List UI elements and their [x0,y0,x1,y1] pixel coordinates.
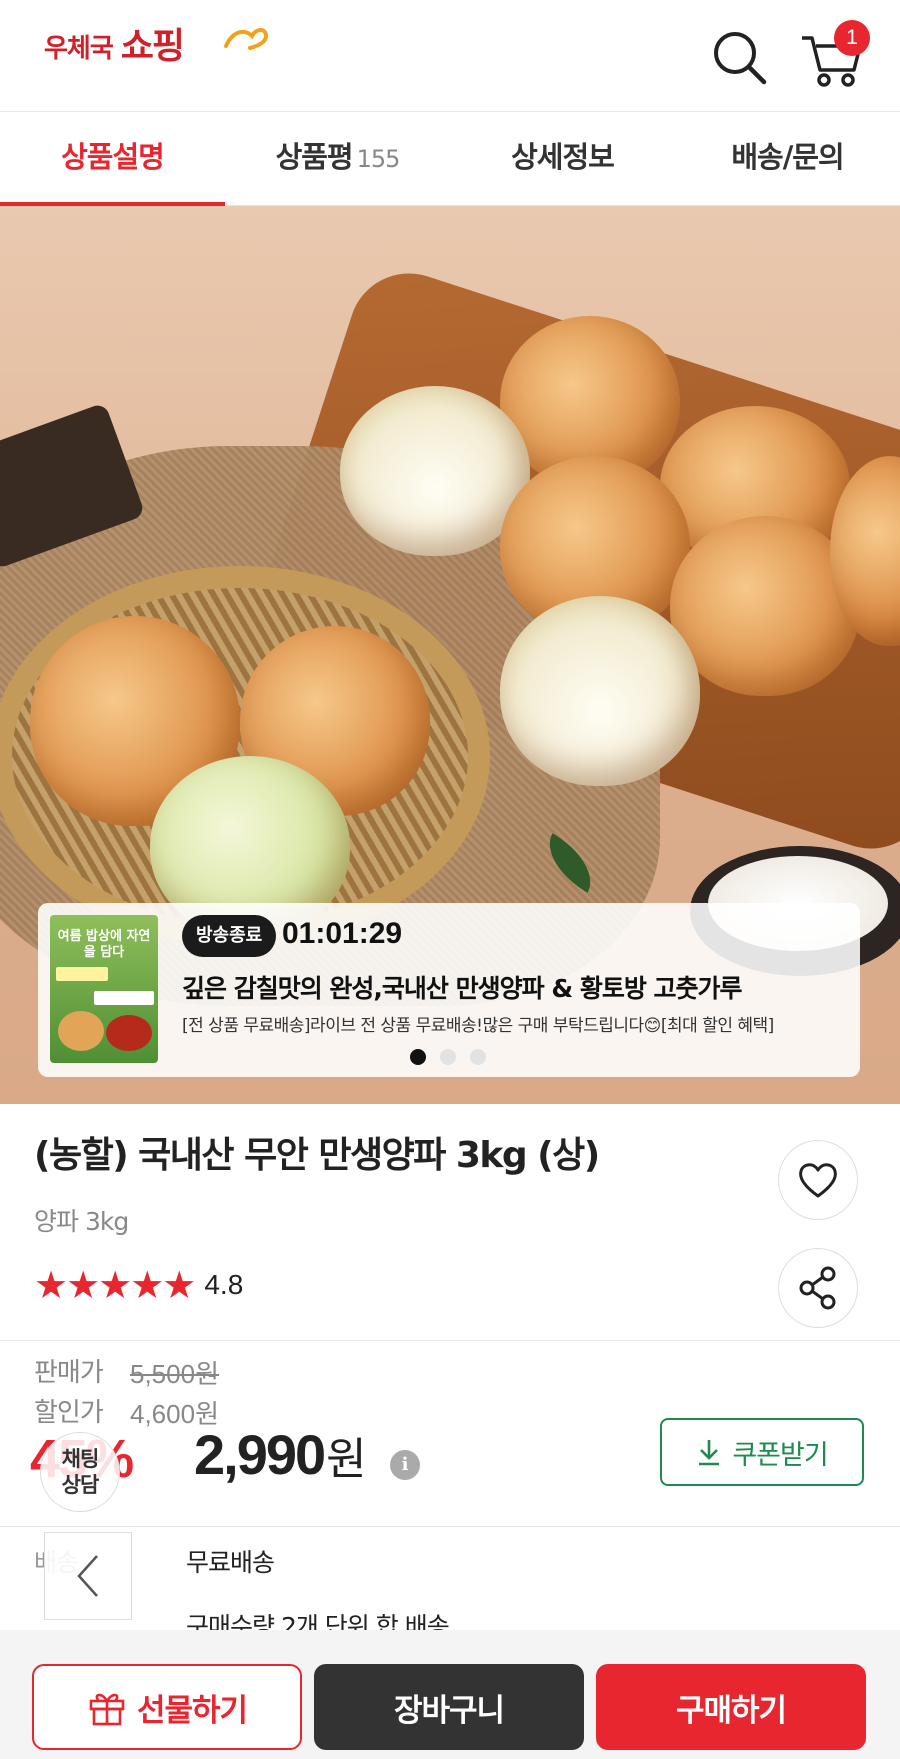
carousel-dot[interactable] [410,1049,426,1065]
thumbnail-onion [58,1011,104,1051]
product-rating[interactable]: ★★★★★ 4.8 [34,1266,243,1304]
gift-button[interactable]: 선물하기 [32,1664,302,1750]
buy-now-button[interactable]: 구매하기 [596,1664,866,1750]
app-header: 우체국 쇼핑 1 [0,0,900,112]
back-button[interactable] [44,1532,132,1620]
gift-icon [89,1693,125,1726]
discount-price-label: 할인가 [34,1398,104,1428]
cart-count-badge: 1 [834,20,870,56]
cart-label: 장바구니 [393,1692,505,1729]
live-thumbnail: 여름 밥상에 자연을 담다 [50,915,158,1063]
chevron-left-icon [77,1555,98,1597]
shipping-value: 무료배송 [186,1548,275,1577]
search-icon [714,32,767,85]
chat-consult-button[interactable]: 채팅 상담 [40,1432,120,1512]
tab-label: 상품설명 [61,140,165,174]
final-price-number: 2,990 [194,1423,326,1486]
coupon-download-button[interactable]: 쿠폰받기 [660,1418,864,1486]
thumbnail-pepper-powder [106,1015,152,1051]
broadcast-description: [전 상품 무료배송]라이브 전 상품 무료배송!많은 구매 부탁드립니다😊[최… [182,1016,774,1036]
carousel-dot[interactable] [470,1049,486,1065]
product-tabs: 상품설명 상품평 155 상세정보 배송/문의 [0,112,900,207]
divider [0,1526,900,1527]
logo-text-small: 우체국 [44,34,114,64]
gift-label: 선물하기 [136,1692,248,1729]
search-button[interactable] [710,28,770,88]
live-broadcast-card[interactable]: 여름 밥상에 자연을 담다 방송종료 01:01:29 깊은 감칠맛의 완성,국… [38,903,860,1077]
download-icon [699,1440,720,1466]
star-rating: ★★★★★ [34,1263,196,1307]
logo-text-big: 쇼핑 [120,26,185,67]
tab-shipping-inquiry[interactable]: 배송/문의 [675,112,900,205]
carousel-dot[interactable] [440,1049,456,1065]
bottom-action-bar: 선물하기 장바구니 구매하기 [0,1630,900,1759]
price-info-icon[interactable]: i [390,1450,420,1480]
review-count: 155 [356,145,401,173]
product-option: 양파 3kg [34,1207,129,1236]
tab-description[interactable]: 상품설명 [0,112,225,207]
share-icon [799,1266,836,1310]
coupon-label: 쿠폰받기 [732,1439,828,1471]
tab-reviews[interactable]: 상품평 155 [225,112,450,205]
broadcast-title: 깊은 감칠맛의 완성,국내산 만생양파 & 황토방 고춧가루 [182,974,743,1003]
cart-button[interactable]: 1 [798,20,870,87]
final-price: 2,990원 [194,1422,367,1487]
onion-half [500,596,700,786]
broadcast-timer: 01:01:29 [282,917,403,950]
logo-heart-icon [224,28,269,50]
thumbnail-tag [56,967,108,981]
divider [0,1340,900,1341]
heart-icon [799,1163,837,1198]
buy-label: 구매하기 [675,1692,787,1729]
tab-label: 배송/문의 [731,140,844,174]
sale-price-label: 판매가 [34,1358,104,1388]
thumbnail-tag [94,991,154,1005]
tab-label: 상세정보 [511,140,615,174]
chat-label-line1: 채팅 [61,1447,100,1471]
chat-label-line2: 상담 [61,1473,100,1497]
wishlist-button[interactable] [778,1140,858,1220]
tab-details[interactable]: 상세정보 [450,112,675,205]
tab-label: 상품평 [275,140,354,174]
rating-value: 4.8 [204,1269,244,1300]
final-price-unit: 원 [326,1435,367,1484]
add-to-cart-button[interactable]: 장바구니 [314,1664,584,1750]
product-title: (농할) 국내산 무안 만생양파 3kg (상) [34,1135,600,1176]
carousel-indicator [410,1049,486,1065]
sale-price-value: 5,500원 [130,1359,219,1389]
broadcast-ended-badge: 방송종료 [182,915,277,957]
share-button[interactable] [778,1248,858,1328]
thumbnail-caption: 여름 밥상에 자연을 담다 [57,929,151,960]
logo[interactable]: 우체국 쇼핑 [44,26,269,67]
